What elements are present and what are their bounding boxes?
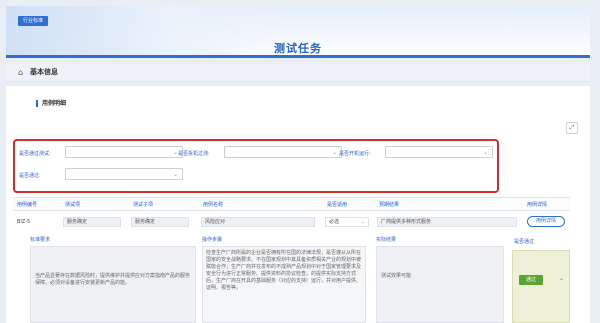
table-row: BIZ-5 服务确定 服务确定 风险应对 必选 ⌄ 厂商提供多种形式服务 用例详… [13, 211, 570, 233]
th-item: 测试项 [65, 202, 81, 208]
filter-label-boot: 是否开机运行: [339, 151, 371, 157]
panel-subtitle: 用例明细 [36, 100, 66, 107]
page-title: 测试任务 [274, 42, 322, 55]
banner-accent-bar [6, 55, 590, 58]
industry-tag: 行业标准 [18, 16, 49, 26]
actual-label: 实际结果 [376, 237, 397, 243]
pass-select[interactable]: 通过 ⌄ [512, 250, 570, 323]
cell-id: BIZ-5 [17, 219, 31, 225]
pass-label: 是否通过 [514, 239, 535, 245]
chevron-down-icon: ⌄ [360, 219, 365, 225]
filter-select-disassemble[interactable]: ⌄ [224, 146, 342, 158]
standard-text: 当产品显著存在数据风险时，提供维护并提供应对方案指南产品的服务保障，必须对设备进… [35, 273, 191, 286]
expand-icon[interactable]: ⤢ [566, 122, 578, 134]
actual-text: 测试效果可能 [381, 273, 412, 279]
steps-text-area: 检查生产厂商所属的企业是否拥有所在国的法律法规，是否遵从从所在国家的安全战略要求… [202, 246, 366, 323]
th-id: 用例编号 [17, 202, 38, 208]
cell-item: 服务确定 [63, 217, 121, 227]
header-banner: 行业标准 测试任务 [6, 6, 590, 58]
filter-label-pass: 是否通过: [19, 173, 41, 179]
filter-label-test: 是否通过测试: [19, 151, 51, 157]
basic-info-header[interactable]: ⌂ 基本信息 [6, 62, 590, 82]
cell-name: 风险应对 [201, 217, 315, 227]
th-applicable: 是否适用 [327, 202, 348, 208]
standard-label: 标准要求 [30, 237, 51, 243]
home-icon: ⌂ [18, 68, 24, 77]
th-name: 用例名称 [203, 202, 224, 208]
steps-text: 检查生产厂商所属的企业是否拥有所在国的法律法规，是否遵从从所在国家的安全战略要求… [206, 250, 362, 291]
cell-applicable[interactable]: 必选 ⌄ [325, 217, 369, 227]
th-expected: 预期结果 [379, 202, 400, 208]
filter-box: 是否通过测试: ⌄ 是否拆机过测: ⌄ 是否开机运行: ⌄ 是否通过: ⌄ [13, 139, 499, 193]
cell-subitem: 服务确定 [131, 217, 189, 227]
chevron-down-icon: ⌄ [559, 275, 565, 282]
chevron-down-icon: ⌄ [331, 149, 337, 156]
steps-label: 操作步骤 [202, 237, 223, 243]
filter-select-boot[interactable]: ⌄ [385, 146, 493, 158]
chevron-down-icon: ⌄ [172, 171, 178, 178]
actual-text-area[interactable]: 测试效果可能 [376, 246, 504, 323]
th-subitem: 测试子项 [133, 202, 154, 208]
cell-expected: 厂商提供多种形式服务 [377, 217, 517, 227]
table-header: 用例编号 测试项 测试子项 用例名称 是否适用 预期结果 用例详情 [13, 197, 570, 211]
filter-label-disassemble: 是否拆机过测: [178, 151, 210, 157]
th-detail: 用例详情 [527, 202, 548, 208]
case-detail-button[interactable]: 用例详情 [527, 216, 565, 227]
filter-select-pass[interactable]: ⌄ [65, 168, 183, 180]
pass-badge: 通过 [519, 275, 543, 285]
chevron-down-icon: ⌄ [482, 149, 488, 156]
applicable-value: 必选 [329, 219, 340, 225]
filter-select-test[interactable]: ⌄ [65, 146, 183, 158]
standard-text-area: 当产品显著存在数据风险时，提供维护并提供应对方案指南产品的服务保障，必须对设备进… [30, 246, 196, 323]
section-title: 基本信息 [30, 68, 58, 76]
